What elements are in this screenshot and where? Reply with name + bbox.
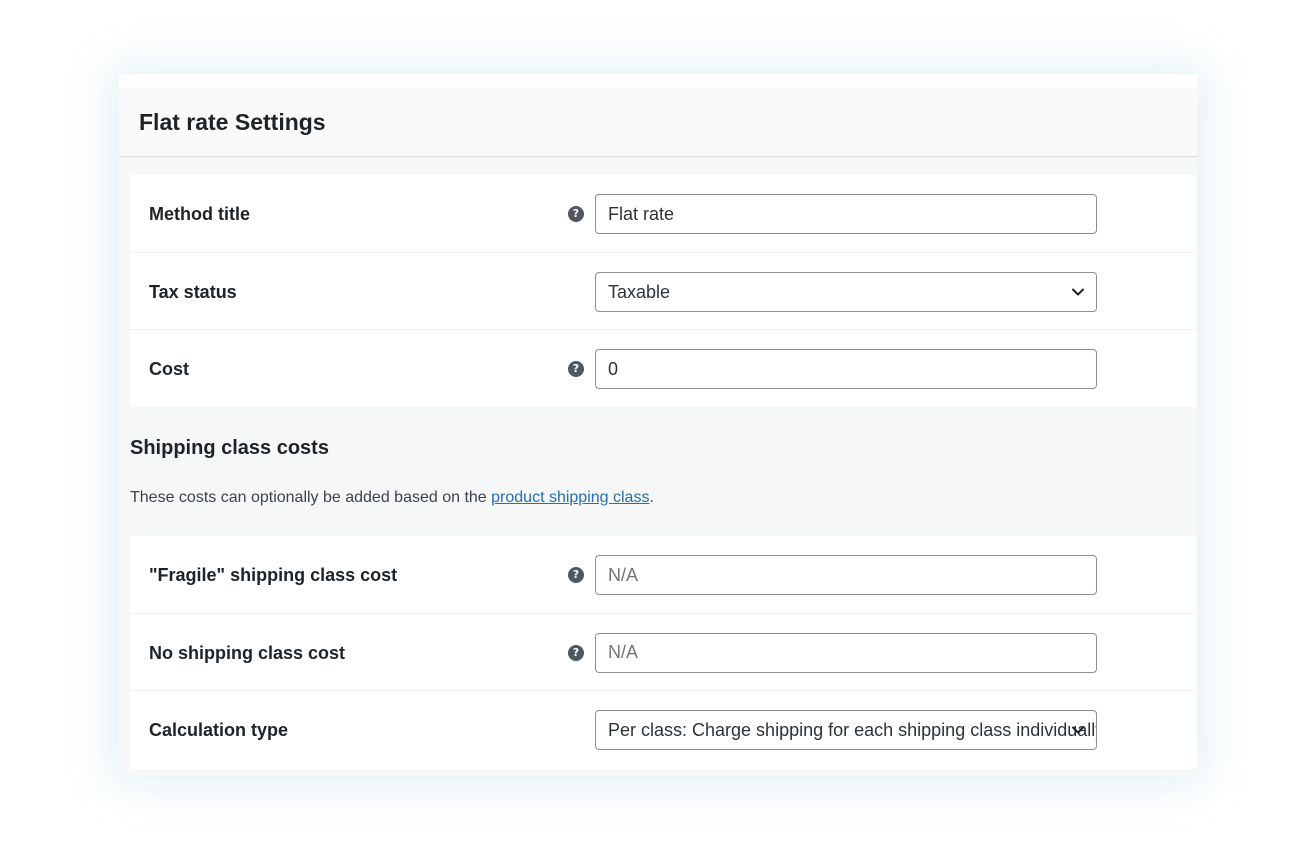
panel-header: Flat rate Settings [119,87,1197,157]
method-title-row: Method title ? [130,175,1197,253]
question-circle-icon[interactable]: ? [568,206,584,222]
shipping-class-costs-section: Shipping class costs These costs can opt… [130,407,1197,535]
no-class-cost-label: No shipping class cost [149,642,346,663]
shipping-class-settings-table: "Fragile" shipping class cost ? No shipp… [130,536,1197,769]
cost-row: Cost ? [130,330,1197,408]
question-circle-icon[interactable]: ? [568,567,584,583]
method-title-input[interactable] [595,194,1097,234]
cost-label: Cost [149,359,189,379]
no-class-cost-row: No shipping class cost ? [130,614,1197,691]
calculation-type-value: Per class: Charge shipping for each ship… [608,720,1097,740]
question-circle-icon[interactable]: ? [568,644,584,661]
description-prefix: These costs can optionally be added base… [130,489,492,506]
description-suffix: . [649,489,654,506]
shipping-class-costs-heading: Shipping class costs [130,437,329,459]
shipping-class-description: These costs can optionally be added base… [130,489,654,507]
page-title: Flat rate Settings [139,109,326,135]
panel-top-strip [119,74,1197,87]
calculation-type-label: Calculation type [149,720,289,740]
cost-input[interactable] [595,349,1097,389]
flat-rate-settings-panel: Flat rate Settings Method title ? Tax st… [119,74,1197,776]
method-title-label: Method title [149,204,250,224]
tax-status-label: Tax status [149,281,237,302]
tax-status-value: Taxable [608,281,671,302]
fragile-class-cost-input[interactable] [595,555,1097,595]
product-shipping-class-link[interactable]: product shipping class [491,489,649,506]
general-settings-table: Method title ? Tax status Taxable Cost ? [130,175,1197,408]
fragile-class-cost-label: "Fragile" shipping class cost [149,565,398,585]
calculation-type-row: Calculation type Per class: Charge shipp… [130,691,1197,769]
calculation-type-select[interactable]: Per class: Charge shipping for each ship… [595,710,1097,750]
tax-status-select[interactable]: Taxable [595,271,1097,312]
question-circle-icon[interactable]: ? [568,361,584,377]
tax-status-row: Tax status Taxable [130,253,1197,330]
chevron-down-icon [1072,288,1084,295]
chevron-down-icon [1072,726,1084,734]
fragile-class-cost-row: "Fragile" shipping class cost ? [130,536,1197,614]
no-class-cost-input[interactable] [595,632,1097,673]
